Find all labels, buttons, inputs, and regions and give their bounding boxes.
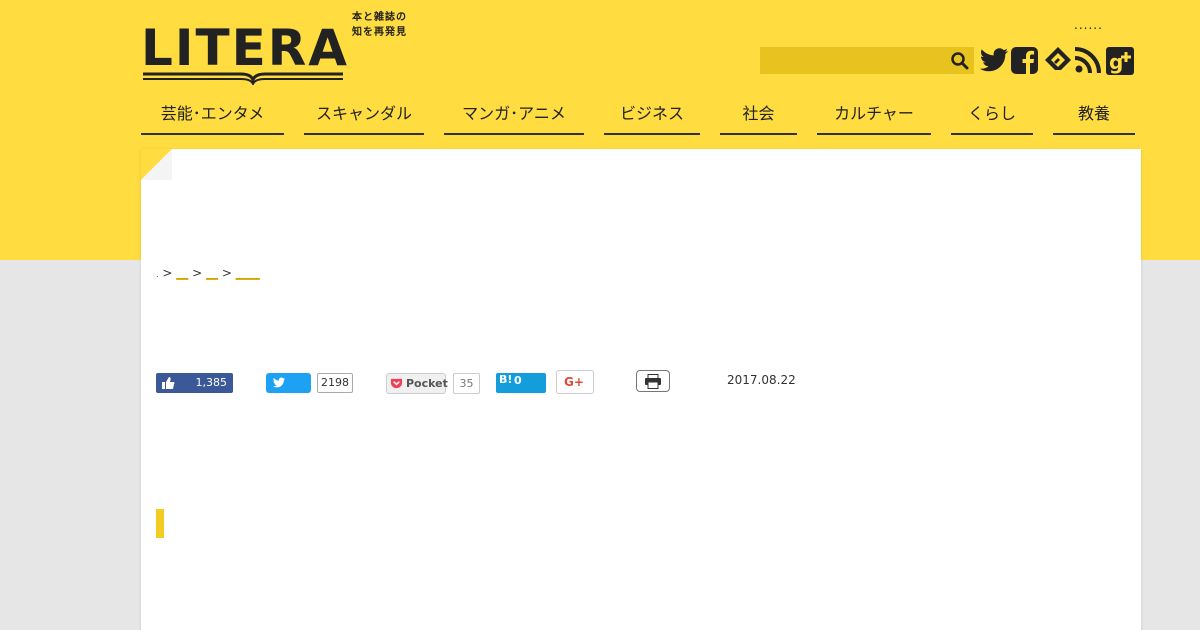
nav-item-education[interactable]: 教養	[1053, 97, 1135, 135]
google-plus-label: G+	[564, 375, 584, 389]
tagline-line2: 知を再発見	[352, 27, 407, 38]
top-link[interactable]: ......	[1074, 18, 1103, 32]
nav-item-scandal[interactable]: スキャンダル	[304, 97, 424, 135]
hatena-count: 0	[514, 374, 522, 387]
main-nav: 芸能･エンタメ スキャンダル マンガ･アニメ ビジネス 社会 カルチャー くらし…	[141, 97, 1135, 135]
facebook-icon[interactable]	[1009, 44, 1041, 76]
breadcrumb-link[interactable]: __	[206, 266, 218, 280]
hatena-bookmark-button[interactable]: B! 0	[496, 373, 546, 393]
svg-text:LITERA: LITERA	[141, 19, 349, 77]
facebook-count: 1,385	[195, 376, 228, 389]
tweet-count: 2198	[317, 373, 353, 393]
breadcrumb-separator: >	[162, 266, 173, 280]
tweet-button[interactable]	[266, 373, 311, 393]
nav-item-culture[interactable]: カルチャー	[817, 97, 931, 135]
search-input[interactable]	[760, 47, 974, 74]
print-button[interactable]	[636, 370, 670, 392]
tagline: 本と雑誌の 知を再発見	[352, 10, 407, 40]
breadcrumb-separator: >	[221, 266, 232, 280]
pocket-count: 35	[453, 373, 480, 394]
page-fold-corner	[141, 149, 172, 180]
nav-item-entertainment[interactable]: 芸能･エンタメ	[141, 97, 284, 135]
section-heading-marker	[156, 509, 164, 538]
rss-icon[interactable]	[1072, 44, 1104, 76]
print-icon	[645, 374, 661, 389]
nav-item-lifestyle[interactable]: くらし	[951, 97, 1033, 135]
twitter-icon[interactable]	[978, 44, 1010, 76]
google-plus-icon[interactable]: g	[1104, 44, 1136, 76]
breadcrumb: . > __ > __ > ____	[156, 266, 260, 280]
nav-item-business[interactable]: ビジネス	[604, 97, 700, 135]
google-plus-button[interactable]: G+	[556, 370, 594, 394]
breadcrumb-separator: >	[192, 266, 203, 280]
breadcrumb-home[interactable]: .	[156, 270, 159, 279]
facebook-like-button[interactable]: 1,385	[156, 373, 233, 393]
breadcrumb-link[interactable]: __	[176, 266, 188, 280]
breadcrumb-link[interactable]: ____	[236, 266, 260, 280]
pocket-button[interactable]: Pocket	[386, 373, 448, 394]
nav-item-manga-anime[interactable]: マンガ･アニメ	[444, 97, 584, 135]
twitter-bird-icon	[272, 377, 286, 388]
svg-text:g: g	[1109, 50, 1123, 74]
tagline-line1: 本と雑誌の	[352, 12, 407, 23]
article-date: 2017.08.22	[727, 373, 796, 387]
nav-item-society[interactable]: 社会	[720, 97, 797, 135]
search-icon[interactable]	[950, 51, 970, 71]
thumbs-up-icon	[162, 377, 175, 389]
feedly-icon[interactable]	[1041, 44, 1073, 76]
pocket-icon	[390, 378, 403, 389]
hatena-label: B!	[499, 373, 513, 386]
pocket-label: Pocket	[406, 377, 448, 390]
